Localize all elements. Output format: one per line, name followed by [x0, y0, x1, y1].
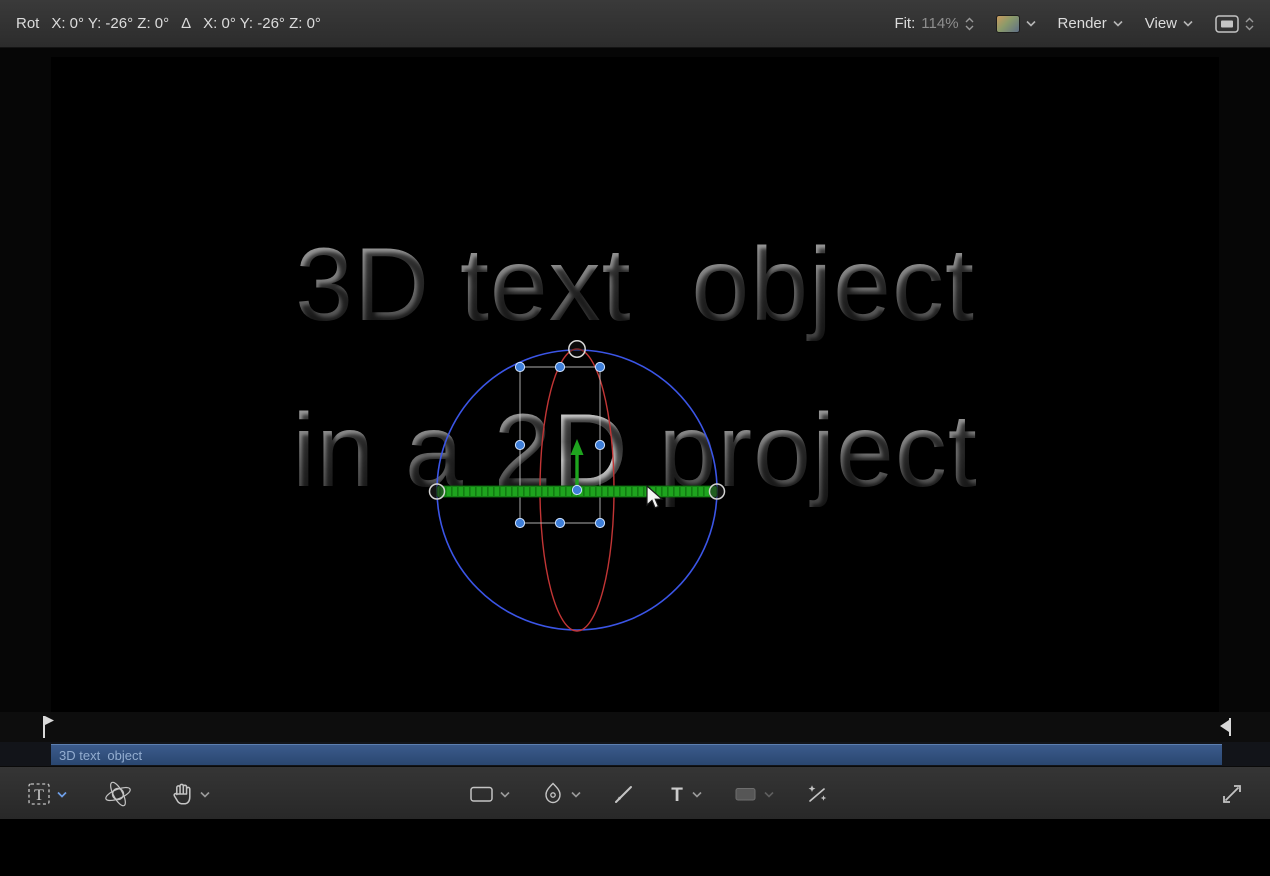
- clip-label: 3D text object: [59, 748, 142, 763]
- canvas-toolbar: Rot X: 0° Y: -26° Z: 0° Δ X: 0° Y: -26° …: [0, 0, 1270, 48]
- chevron-down-icon: [692, 791, 702, 798]
- stepper-updown-icon: [965, 17, 974, 31]
- display-layout-icon: [1215, 15, 1239, 33]
- selection-bounding-box: [520, 367, 600, 523]
- handle-top-mid[interactable]: [555, 362, 564, 371]
- chevron-down-icon: [571, 791, 581, 798]
- bezier-tool[interactable]: [540, 781, 581, 807]
- mini-timeline: 3D text object: [0, 742, 1270, 766]
- motion-app-window: Rot X: 0° Y: -26° Z: 0° Δ X: 0° Y: -26° …: [0, 0, 1270, 876]
- mouse-cursor: [643, 485, 665, 511]
- composition-canvas[interactable]: 3D text object in a 2D project: [51, 57, 1219, 712]
- bottom-letterbox: [0, 820, 1270, 876]
- handle-mid-right[interactable]: [595, 440, 604, 449]
- chevron-down-icon: [1183, 20, 1193, 27]
- rot-label: Rot: [16, 15, 39, 32]
- handle-top-right[interactable]: [595, 362, 604, 371]
- orbit-icon: [103, 781, 133, 807]
- fullscreen-button[interactable]: [1220, 782, 1244, 806]
- fit-value: 114%: [921, 15, 958, 32]
- chevron-down-icon: [500, 791, 510, 798]
- anchor-point-handle[interactable]: [572, 485, 581, 494]
- svg-text:T: T: [34, 787, 44, 804]
- pan-tool[interactable]: [169, 781, 210, 807]
- handle-bottom-right[interactable]: [595, 518, 604, 527]
- play-range-in-marker[interactable]: [40, 714, 56, 740]
- zoom-level-control[interactable]: Fit: 114%: [894, 15, 973, 32]
- viewer-stage: 3D text object in a 2D project: [0, 48, 1270, 712]
- tool-strip: T: [0, 766, 1270, 820]
- rotation-top-handle[interactable]: [569, 341, 585, 357]
- transform-glyph-icon: T: [26, 781, 52, 807]
- hand-icon: [169, 781, 195, 807]
- play-range-out-marker[interactable]: [1218, 716, 1234, 738]
- color-channel-swatch-icon: [996, 15, 1020, 33]
- band-handle-left[interactable]: [430, 484, 445, 499]
- text-tool[interactable]: T: [667, 781, 702, 807]
- adjust-item-tool[interactable]: [804, 781, 830, 807]
- paint-stroke-tool[interactable]: [611, 781, 637, 807]
- band-handle-right[interactable]: [710, 484, 725, 499]
- play-range-track[interactable]: [0, 712, 1270, 742]
- brush-stroke-icon: [611, 781, 637, 807]
- handle-bottom-mid[interactable]: [555, 518, 564, 527]
- fit-label: Fit:: [894, 15, 915, 32]
- view-menu[interactable]: View: [1145, 15, 1193, 32]
- rot-values: X: 0° Y: -26° Z: 0°: [51, 15, 169, 32]
- 3d-transform-gizmo[interactable]: [427, 340, 727, 640]
- svg-text:T: T: [671, 785, 683, 806]
- transform-glyph-tool[interactable]: T: [26, 781, 67, 807]
- handle-bottom-left[interactable]: [515, 518, 524, 527]
- handle-mid-left[interactable]: [515, 440, 524, 449]
- rectangle-icon: [468, 781, 495, 807]
- bounding-box-handles[interactable]: [515, 362, 604, 527]
- orbit-3d-view-tool[interactable]: [103, 781, 133, 807]
- render-label: Render: [1058, 15, 1107, 32]
- channels-popup[interactable]: [996, 15, 1036, 33]
- delta-symbol: Δ: [181, 15, 191, 32]
- chevron-down-icon: [57, 791, 67, 798]
- view-label: View: [1145, 15, 1177, 32]
- 3d-text-line1[interactable]: 3D text object: [51, 229, 1219, 341]
- timeline-clip-3d-text[interactable]: 3D text object: [51, 744, 1222, 765]
- pen-nib-icon: [540, 781, 566, 807]
- chevron-down-icon: [1113, 20, 1123, 27]
- chevron-down-icon: [200, 791, 210, 798]
- handle-top-left[interactable]: [515, 362, 524, 371]
- stepper-updown-icon: [1245, 17, 1254, 31]
- expand-arrows-icon: [1220, 782, 1244, 806]
- adjust-sparkle-icon: [804, 781, 830, 807]
- rotation-status: Rot X: 0° Y: -26° Z: 0° Δ X: 0° Y: -26° …: [16, 15, 321, 32]
- mask-tool[interactable]: [732, 781, 774, 807]
- render-menu[interactable]: Render: [1058, 15, 1123, 32]
- mask-rect-icon: [732, 781, 759, 807]
- window-layout-control[interactable]: [1215, 15, 1254, 33]
- rectangle-shape-tool[interactable]: [468, 781, 510, 807]
- chevron-down-icon: [1026, 20, 1036, 27]
- y-axis-arrowhead: [571, 439, 584, 455]
- chevron-down-icon: [764, 791, 774, 798]
- text-tool-icon: T: [667, 781, 687, 807]
- delta-values: X: 0° Y: -26° Z: 0°: [203, 15, 321, 32]
